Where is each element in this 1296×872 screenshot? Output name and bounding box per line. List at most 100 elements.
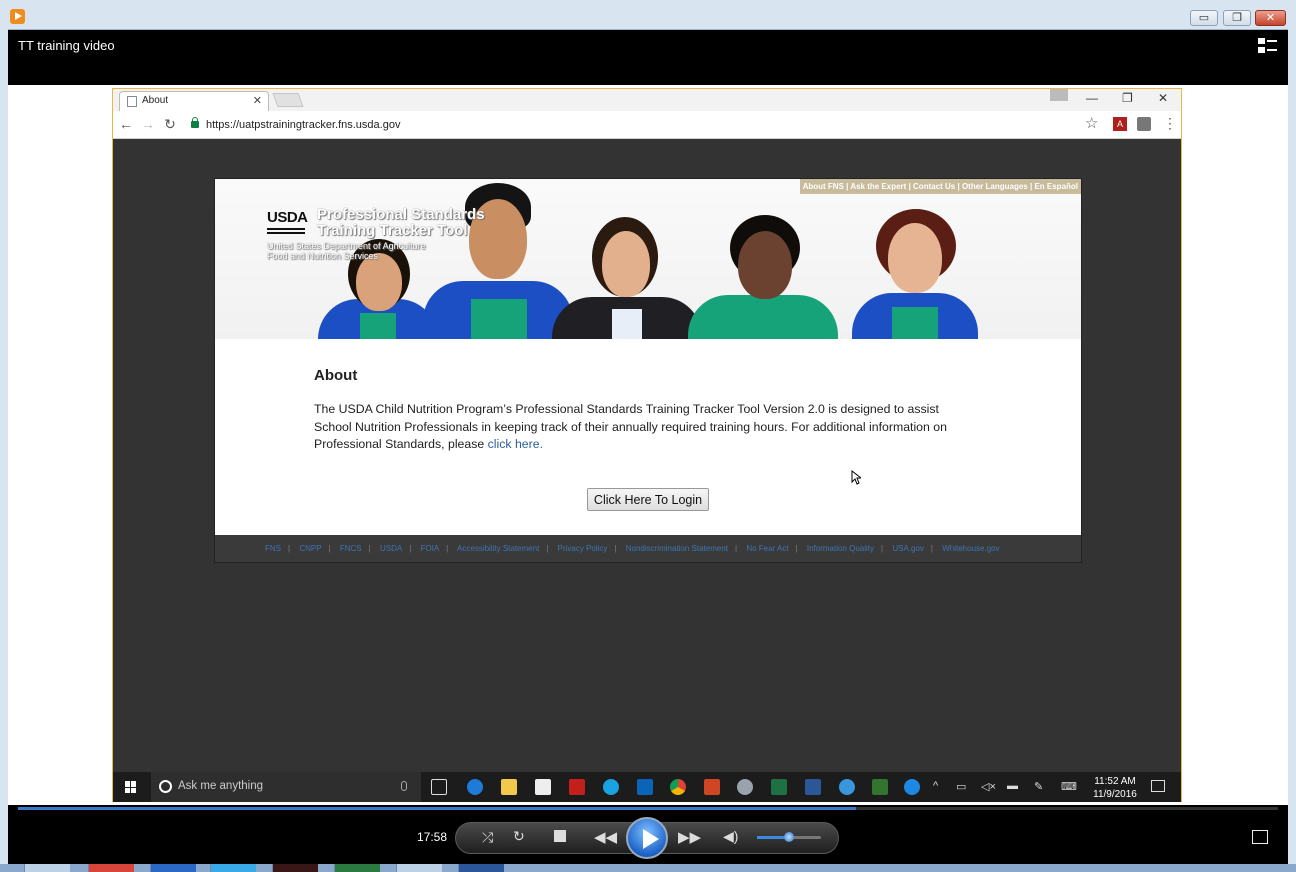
- player-minimize-button[interactable]: ▭: [1190, 10, 1218, 26]
- chrome-icon[interactable]: [670, 779, 686, 795]
- play-button[interactable]: [626, 817, 668, 859]
- host-taskbar-item[interactable]: [396, 864, 442, 872]
- task-view-icon[interactable]: [431, 779, 447, 795]
- top-link-contact-us[interactable]: Contact Us: [913, 182, 955, 191]
- volume-slider[interactable]: [757, 832, 821, 842]
- host-taskbar-item[interactable]: [334, 864, 380, 872]
- address-bar[interactable]: https://uatpstrainingtracker.fns.usda.go…: [185, 115, 1105, 135]
- back-arrow-icon[interactable]: ←: [118, 116, 134, 132]
- host-taskbar-item[interactable]: [210, 864, 256, 872]
- player-maximize-button[interactable]: ❐: [1223, 10, 1251, 26]
- show-hidden-icons-icon[interactable]: ^: [933, 780, 938, 792]
- footer-link-no-fear-act[interactable]: No Fear Act: [746, 544, 788, 553]
- keyboard-icon[interactable]: ⌨: [1061, 780, 1077, 793]
- microphone-icon[interactable]: [401, 781, 407, 791]
- seek-bar[interactable]: [18, 807, 1278, 810]
- network-icon[interactable]: ▭: [956, 780, 966, 793]
- tab-about[interactable]: About ✕: [119, 91, 269, 111]
- battery-icon[interactable]: ▬: [1007, 780, 1018, 792]
- usda-logo[interactable]: USDA: [267, 209, 308, 226]
- footer-link-privacy[interactable]: Privacy Policy: [558, 544, 608, 553]
- host-taskbar-item[interactable]: [272, 864, 318, 872]
- internet-explorer-icon[interactable]: [839, 779, 855, 795]
- footer-link-information-quality[interactable]: Information Quality: [807, 544, 874, 553]
- banner-title-line1: Professional Standards: [317, 206, 485, 223]
- host-taskbar-item[interactable]: [88, 864, 134, 872]
- footer-link-usda[interactable]: USDA: [380, 544, 402, 553]
- page-favicon-icon: [127, 96, 137, 107]
- video-title: TT training video: [18, 38, 115, 53]
- host-taskbar-item[interactable]: [150, 864, 196, 872]
- forward-arrow-icon[interactable]: →: [140, 116, 156, 132]
- banner-title-line2: Training Tracker Tool: [317, 222, 468, 239]
- word-icon[interactable]: [805, 779, 821, 795]
- snipping-tool-icon[interactable]: [737, 779, 753, 795]
- skype-icon[interactable]: [603, 779, 619, 795]
- top-link-other-languages[interactable]: Other Languages: [962, 182, 1028, 191]
- tab-close-icon[interactable]: ✕: [253, 92, 262, 110]
- player-close-button[interactable]: ✕: [1255, 10, 1286, 26]
- extension-icon[interactable]: [1137, 117, 1151, 131]
- shuffle-icon[interactable]: ⤮: [482, 829, 493, 846]
- footer-link-cnpp[interactable]: CNPP: [299, 544, 321, 553]
- fast-forward-icon[interactable]: ▶▶: [678, 828, 701, 846]
- browser-window: About ✕ — ❐ ✕ ← → ↻ https://uatpstrainin…: [112, 88, 1182, 802]
- cortana-placeholder: Ask me anything: [178, 780, 264, 792]
- pen-icon[interactable]: ✎: [1034, 780, 1043, 793]
- stop-icon[interactable]: [554, 830, 566, 842]
- click-here-link[interactable]: click here.: [488, 437, 543, 451]
- browser-close-button[interactable]: ✕: [1158, 91, 1168, 105]
- taskbar-clock[interactable]: 11:52 AM 11/9/2016: [1085, 775, 1145, 801]
- top-links-bar: About FNS | Ask the Expert | Contact Us …: [799, 179, 1081, 194]
- top-link-about-fns[interactable]: About FNS: [803, 182, 844, 191]
- lock-icon: [191, 117, 199, 128]
- outlook-icon[interactable]: [637, 779, 653, 795]
- bookmark-star-icon[interactable]: ☆: [1085, 114, 1098, 132]
- browser-restore-button[interactable]: ❐: [1122, 91, 1133, 105]
- footer-link-whitehouse[interactable]: Whitehouse.gov: [942, 544, 999, 553]
- store-icon[interactable]: [535, 779, 551, 795]
- browser-toolbar: ← → ↻ https://uatpstrainingtracker.fns.u…: [113, 111, 1181, 139]
- host-taskbar-item[interactable]: [458, 864, 504, 872]
- chrome-menu-icon[interactable]: ⋮: [1163, 115, 1177, 132]
- footer-link-fns[interactable]: FNS: [265, 544, 281, 553]
- edge-icon[interactable]: [467, 779, 483, 795]
- footer-link-fncs[interactable]: FNCS: [340, 544, 362, 553]
- footer-link-usa-gov[interactable]: USA.gov: [892, 544, 924, 553]
- volume-muted-icon[interactable]: ◁×: [981, 780, 996, 793]
- repeat-icon[interactable]: ↻: [513, 828, 525, 845]
- powerpoint-icon[interactable]: [704, 779, 720, 795]
- acrobat-extension-icon[interactable]: A: [1113, 117, 1127, 131]
- host-taskbar-item[interactable]: [24, 864, 70, 872]
- banner-person-3: [552, 217, 702, 339]
- acrobat-icon[interactable]: [569, 779, 585, 795]
- banner-subtitle-line2: Food and Nutrition Services: [267, 251, 379, 261]
- page-title: About: [314, 367, 358, 384]
- top-link-ask-expert[interactable]: Ask the Expert: [850, 182, 906, 191]
- excel-icon[interactable]: [771, 779, 787, 795]
- cortana-search-box[interactable]: Ask me anything: [151, 772, 421, 802]
- project-icon[interactable]: [872, 779, 888, 795]
- new-tab-button[interactable]: [272, 93, 304, 107]
- volume-slider-knob[interactable]: [784, 832, 794, 842]
- clock-date: 11/9/2016: [1093, 789, 1137, 800]
- profile-icon[interactable]: [1050, 89, 1068, 101]
- top-link-espanol[interactable]: En Español: [1034, 182, 1078, 191]
- reload-icon[interactable]: ↻: [162, 116, 178, 133]
- help-icon[interactable]: [904, 779, 920, 795]
- file-explorer-icon[interactable]: [501, 779, 517, 795]
- playlist-toggle-icon[interactable]: [1258, 38, 1278, 54]
- fullscreen-icon[interactable]: [1252, 830, 1268, 844]
- footer-link-foia[interactable]: FOIA: [421, 544, 440, 553]
- footer-link-nondiscrimination[interactable]: Nondiscrimination Statement: [626, 544, 728, 553]
- footer-link-accessibility[interactable]: Accessibility Statement: [457, 544, 539, 553]
- windows-start-icon[interactable]: [125, 781, 137, 793]
- action-center-icon[interactable]: [1151, 780, 1165, 792]
- login-button[interactable]: Click Here To Login: [587, 488, 709, 511]
- browser-minimize-button[interactable]: —: [1086, 91, 1098, 105]
- player-app-icon: [10, 9, 25, 24]
- rewind-icon[interactable]: ◀◀: [594, 828, 617, 846]
- volume-icon[interactable]: ◀): [723, 828, 738, 845]
- player-titlebar: ▭ ❐ ✕: [0, 0, 1296, 30]
- banner-title: Professional Standards Training Tracker …: [317, 207, 485, 239]
